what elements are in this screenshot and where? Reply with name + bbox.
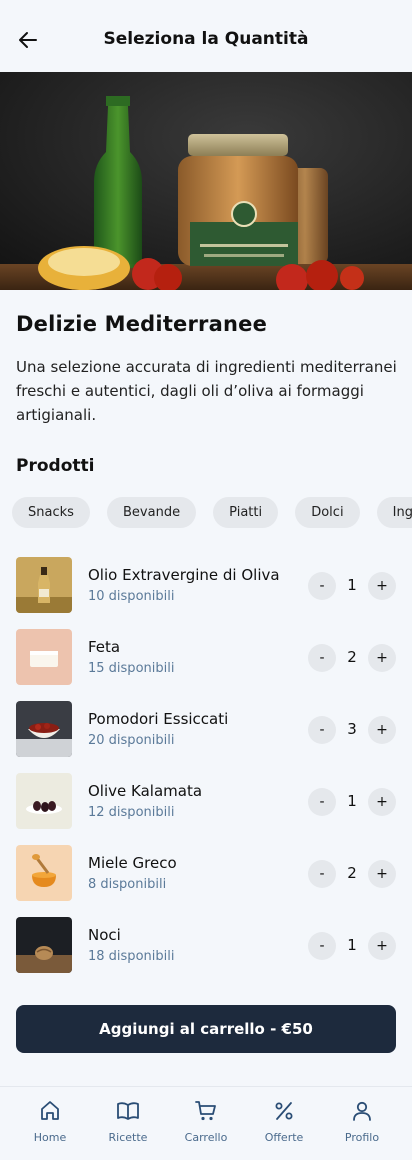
add-to-cart-button[interactable]: Aggiungi al carrello - €50 — [16, 1005, 396, 1053]
item-availability: 8 disponibili — [88, 877, 167, 892]
quantity-value: 2 — [347, 648, 357, 666]
increase-button[interactable]: + — [368, 644, 396, 672]
category-chips: Snacks Bevande Piatti Dolci Ingredienti — [12, 497, 412, 529]
product-description: Una selezione accurata di ingredienti me… — [16, 358, 397, 424]
increase-button[interactable]: + — [368, 788, 396, 816]
honey-thumbnail — [16, 845, 72, 901]
olive-oil-thumbnail — [16, 557, 72, 613]
tab-ricette-label: Ricette — [108, 1131, 148, 1144]
tab-home[interactable]: Home — [15, 1099, 85, 1144]
chip-piatti[interactable]: Piatti — [213, 497, 279, 528]
olives-thumbnail — [16, 773, 72, 829]
tab-profilo[interactable]: Profilo — [327, 1099, 397, 1144]
decrease-button[interactable]: - — [308, 788, 336, 816]
increase-button[interactable]: + — [368, 716, 396, 744]
item-name: Pomodori Essiccati — [88, 710, 229, 728]
sun-dried-tomatoes-thumbnail — [16, 701, 72, 757]
tab-ricette[interactable]: Ricette — [93, 1099, 163, 1144]
page-title: Seleziona la Quantità — [103, 29, 309, 49]
chip-dolci[interactable]: Dolci — [295, 497, 360, 528]
decrease-button[interactable]: - — [308, 644, 336, 672]
increase-button[interactable]: + — [368, 860, 396, 888]
bottom-tab-bar: Home Ricette Carrello Offerte Profilo — [0, 1086, 412, 1160]
quantity-value: 1 — [347, 792, 357, 810]
item-availability: 15 disponibili — [88, 661, 175, 676]
percent-icon — [275, 1102, 293, 1120]
list-item: Miele Greco 8 disponibili - 2 + — [0, 845, 412, 917]
item-availability: 18 disponibili — [88, 949, 175, 964]
tab-offerte-label: Offerte — [264, 1131, 304, 1144]
book-icon — [117, 1102, 139, 1120]
feta-thumbnail — [16, 629, 72, 685]
increase-button[interactable]: + — [368, 932, 396, 960]
decrease-button[interactable]: - — [308, 932, 336, 960]
top-bar: Seleziona la Quantità — [0, 0, 412, 72]
chip-bevande[interactable]: Bevande — [107, 497, 197, 528]
home-icon — [41, 1101, 59, 1120]
product-title: Delizie Mediterranee — [16, 312, 268, 336]
item-availability: 20 disponibili — [88, 733, 175, 748]
item-name: Miele Greco — [88, 854, 177, 872]
list-item: Olio Extravergine di Oliva 10 disponibil… — [0, 557, 412, 629]
chip-ingredienti[interactable]: Ingredienti — [376, 497, 412, 528]
list-item: Olive Kalamata 12 disponibili - 1 + — [0, 773, 412, 845]
cart-icon — [195, 1101, 216, 1121]
increase-button[interactable]: + — [368, 572, 396, 600]
item-availability: 12 disponibili — [88, 805, 175, 820]
tab-offerte[interactable]: Offerte — [249, 1099, 319, 1144]
quantity-value: 1 — [347, 576, 357, 594]
quantity-value: 1 — [347, 936, 357, 954]
tab-carrello-label: Carrello — [184, 1131, 228, 1144]
decrease-button[interactable]: - — [308, 572, 336, 600]
item-name: Olio Extravergine di Oliva — [88, 566, 280, 584]
item-name: Noci — [88, 926, 121, 944]
walnuts-thumbnail — [16, 917, 72, 973]
list-item: Pomodori Essiccati 20 disponibili - 3 + — [0, 701, 412, 773]
tab-profilo-label: Profilo — [344, 1131, 380, 1144]
decrease-button[interactable]: - — [308, 860, 336, 888]
item-name: Feta — [88, 638, 121, 656]
list-item: Feta 15 disponibili - 2 + — [0, 629, 412, 701]
products-heading: Prodotti — [16, 456, 95, 476]
chip-snacks[interactable]: Snacks — [12, 497, 90, 528]
item-name: Olive Kalamata — [88, 782, 203, 800]
user-icon — [353, 1101, 371, 1121]
item-availability: 10 disponibili — [88, 589, 175, 604]
quantity-value: 2 — [347, 864, 357, 882]
quantity-value: 3 — [347, 720, 357, 738]
tab-carrello[interactable]: Carrello — [171, 1099, 241, 1144]
product-list: Olio Extravergine di Oliva 10 disponibil… — [0, 557, 412, 989]
tab-home-label: Home — [33, 1131, 67, 1144]
decrease-button[interactable]: - — [308, 716, 336, 744]
hero-image — [0, 72, 412, 290]
list-item: Noci 18 disponibili - 1 + — [0, 917, 412, 989]
